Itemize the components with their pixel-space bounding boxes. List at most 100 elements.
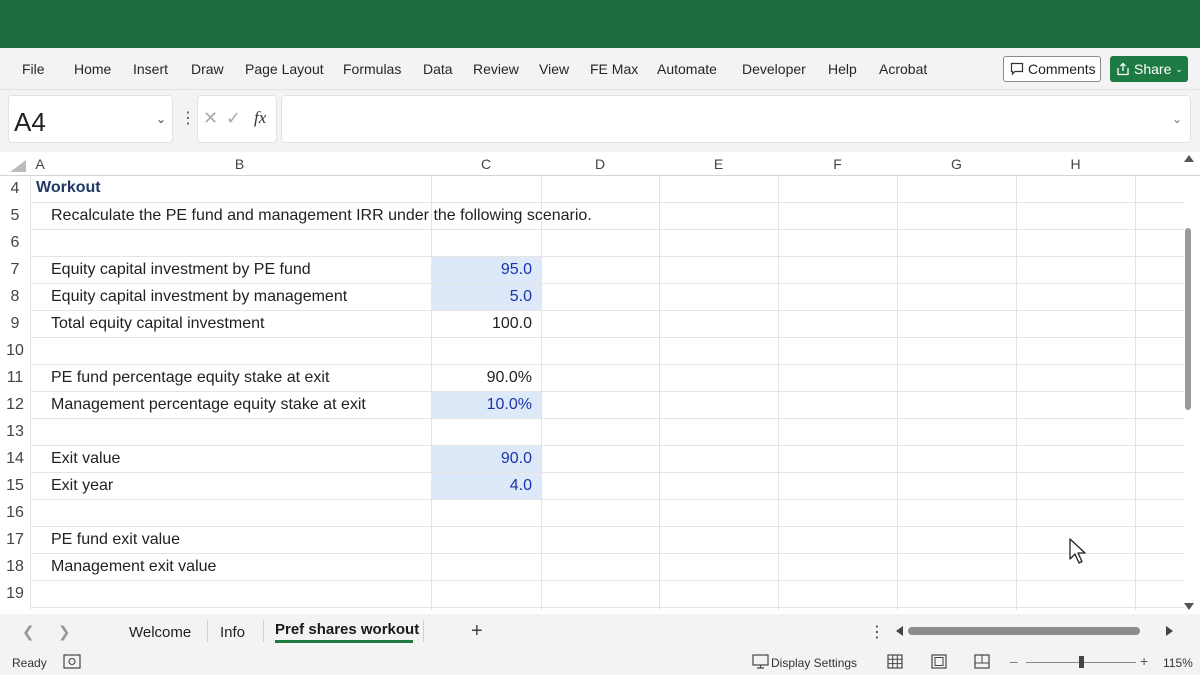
share-button[interactable]: Share ⌄: [1110, 56, 1188, 82]
row-header[interactable]: 14: [0, 450, 30, 468]
accessibility-icon[interactable]: [63, 654, 81, 669]
horizontal-scrollbar[interactable]: [908, 627, 1140, 635]
cancel-icon[interactable]: ✕: [203, 108, 218, 129]
row-label[interactable]: PE fund exit value: [51, 531, 180, 549]
row-12: 12 Management percentage equity stake at…: [0, 392, 1184, 419]
menu-fe-max[interactable]: FE Max: [590, 61, 638, 77]
column-header-b[interactable]: B: [48, 156, 431, 172]
calc-cell[interactable]: 100.0: [431, 311, 541, 338]
select-all-corner[interactable]: [10, 160, 26, 172]
row-4: 4 Workout: [0, 176, 1184, 203]
next-sheet-icon[interactable]: ❯: [58, 623, 71, 641]
menu-automate[interactable]: Automate: [657, 61, 717, 77]
row-header[interactable]: 9: [0, 315, 30, 333]
menu-acrobat[interactable]: Acrobat: [879, 61, 927, 77]
page-layout-view-icon[interactable]: [931, 654, 947, 669]
column-header-e[interactable]: E: [659, 156, 778, 172]
menu-draw[interactable]: Draw: [191, 61, 224, 77]
confirm-icon[interactable]: ✓: [226, 108, 241, 129]
instruction-text[interactable]: Recalculate the PE fund and management I…: [51, 207, 592, 225]
input-cell[interactable]: 90.0: [431, 446, 541, 473]
zoom-slider-handle[interactable]: [1079, 656, 1084, 668]
vertical-scrollbar[interactable]: [1185, 228, 1191, 410]
row-header[interactable]: 19: [0, 585, 30, 603]
zoom-in-icon[interactable]: +: [1140, 653, 1148, 669]
menu-insert[interactable]: Insert: [133, 61, 168, 77]
mouse-pointer-icon: [1069, 538, 1086, 564]
add-sheet-icon[interactable]: +: [471, 620, 483, 643]
chevron-down-icon[interactable]: ⌄: [156, 112, 166, 126]
column-header-g[interactable]: G: [897, 156, 1016, 172]
column-header-a[interactable]: A: [30, 156, 50, 172]
column-headers: A B C D E F G H: [0, 152, 1200, 176]
row-header[interactable]: 4: [0, 180, 30, 198]
row-label[interactable]: Exit value: [51, 450, 120, 468]
sheet-tab-pref-shares-workout[interactable]: Pref shares workout: [275, 621, 419, 638]
display-settings-label[interactable]: Display Settings: [771, 656, 857, 670]
menu-home[interactable]: Home: [74, 61, 111, 77]
input-cell[interactable]: 5.0: [431, 284, 541, 311]
share-label: Share: [1134, 61, 1172, 77]
tab-separator: [263, 620, 264, 642]
input-cell[interactable]: 4.0: [431, 473, 541, 500]
row-header[interactable]: 15: [0, 477, 30, 495]
share-icon: [1117, 62, 1129, 76]
menu-data[interactable]: Data: [423, 61, 453, 77]
row-header[interactable]: 8: [0, 288, 30, 306]
row-header[interactable]: 10: [0, 342, 30, 360]
name-box[interactable]: A4 ⌄: [8, 95, 173, 143]
row-7: 7 Equity capital investment by PE fund 9…: [0, 257, 1184, 284]
menu-review[interactable]: Review: [473, 61, 519, 77]
row-header[interactable]: 17: [0, 531, 30, 549]
row-header[interactable]: 6: [0, 234, 30, 252]
worksheet-grid[interactable]: 4 Workout 5 Recalculate the PE fund and …: [0, 176, 1184, 610]
row-label[interactable]: Equity capital investment by management: [51, 288, 347, 306]
row-header[interactable]: 13: [0, 423, 30, 441]
row-header[interactable]: 11: [0, 369, 30, 387]
row-header[interactable]: 5: [0, 207, 30, 225]
row-header[interactable]: 7: [0, 261, 30, 279]
zoom-out-icon[interactable]: –: [1010, 653, 1018, 669]
input-cell[interactable]: 95.0: [431, 257, 541, 284]
sheet-tab-welcome[interactable]: Welcome: [129, 624, 191, 641]
menu-page-layout[interactable]: Page Layout: [245, 61, 324, 77]
menu-file[interactable]: File: [22, 61, 45, 77]
row-6: 6: [0, 230, 1184, 257]
normal-view-icon[interactable]: [887, 654, 903, 669]
scroll-left-icon[interactable]: [896, 626, 903, 636]
expand-formula-icon[interactable]: ⌄: [1172, 112, 1182, 126]
row-label[interactable]: Management percentage equity stake at ex…: [51, 396, 366, 414]
column-header-f[interactable]: F: [778, 156, 897, 172]
insert-function-icon[interactable]: fx: [254, 108, 266, 128]
row-label[interactable]: Management exit value: [51, 558, 216, 576]
section-heading[interactable]: Workout: [36, 179, 101, 197]
prev-sheet-icon[interactable]: ❮: [22, 623, 35, 641]
column-header-h[interactable]: H: [1016, 156, 1135, 172]
scroll-right-icon[interactable]: [1166, 626, 1173, 636]
display-settings-icon[interactable]: [752, 654, 769, 669]
scroll-down-icon[interactable]: [1184, 603, 1194, 610]
row-header[interactable]: 18: [0, 558, 30, 576]
more-options-icon[interactable]: ⋮: [869, 622, 885, 642]
row-label[interactable]: Total equity capital investment: [51, 315, 264, 333]
row-label[interactable]: PE fund percentage equity stake at exit: [51, 369, 329, 387]
row-label[interactable]: Exit year: [51, 477, 113, 495]
row-header[interactable]: 12: [0, 396, 30, 414]
more-options-icon[interactable]: ⋮: [180, 108, 196, 128]
page-break-view-icon[interactable]: [974, 654, 990, 669]
sheet-tab-info[interactable]: Info: [220, 624, 245, 641]
menu-developer[interactable]: Developer: [742, 61, 806, 77]
formula-input[interactable]: ⌄: [281, 95, 1191, 143]
zoom-level[interactable]: 115%: [1163, 656, 1193, 670]
comments-button[interactable]: Comments: [1003, 56, 1101, 82]
row-label[interactable]: Equity capital investment by PE fund: [51, 261, 311, 279]
input-cell[interactable]: 10.0%: [431, 392, 541, 419]
column-header-c[interactable]: C: [431, 156, 541, 172]
row-header[interactable]: 16: [0, 504, 30, 522]
column-header-d[interactable]: D: [541, 156, 659, 172]
menu-view[interactable]: View: [539, 61, 569, 77]
scroll-up-icon[interactable]: [1184, 155, 1194, 162]
calc-cell[interactable]: 90.0%: [431, 365, 541, 392]
menu-help[interactable]: Help: [828, 61, 857, 77]
menu-formulas[interactable]: Formulas: [343, 61, 401, 77]
